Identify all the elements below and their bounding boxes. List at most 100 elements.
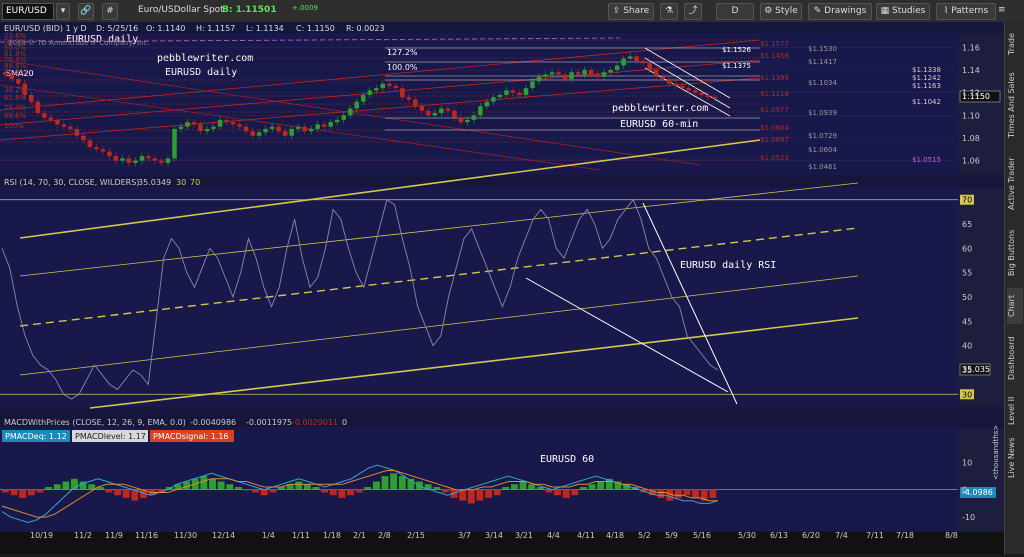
grid-icon[interactable]: # [102, 3, 118, 20]
flask-icon[interactable]: ⚗ [660, 3, 678, 20]
x-tick-label: 3/14 [485, 532, 503, 540]
macd-level-label: PMACDlevel: 1.17 [75, 432, 146, 441]
x-axis-svg: 10/19 11/2 11/9 11/16 11/30 12/14 1/4 1/11 1/18 2… [30, 531, 958, 540]
macd-histogram-bar [502, 487, 510, 490]
candle-body [373, 88, 379, 91]
x-tick-label: 11/2 [74, 532, 92, 540]
price-header-low: L: 1.1134 [246, 24, 284, 33]
candle-body [263, 128, 268, 133]
candle-body [543, 74, 548, 77]
candle-body [315, 124, 320, 129]
export-icon[interactable]: ⤴ [684, 3, 702, 20]
style-button[interactable]: ⚙ Style [760, 3, 802, 20]
price-level-label-red: $1.0697 [760, 136, 789, 144]
x-tick-label: 2/8 [378, 532, 391, 540]
x-tick-label: 4/4 [547, 532, 560, 540]
x-tick-label: 12/14 [212, 532, 235, 540]
annotation-eurusd-daily-2: EURUSD daily [165, 67, 237, 78]
macd-histogram-bar [398, 476, 406, 490]
patterns-button[interactable]: ⌇ Patterns [936, 3, 996, 20]
candle-body [360, 94, 366, 102]
candle-body [308, 128, 314, 132]
macd-histogram-bar [519, 481, 527, 490]
macd-histogram-bar [209, 478, 216, 490]
x-tick-label: 11/9 [105, 532, 123, 540]
price-header-range: R: 0.0023 [346, 24, 385, 33]
candle-body [48, 117, 54, 120]
annotation-site1: pebblewriter.com [157, 53, 253, 64]
sidebar-tab-dashboard[interactable]: Dashboard [1007, 330, 1023, 386]
x-tick-label: 7/4 [835, 532, 848, 540]
candle-body [471, 115, 477, 120]
macd-histogram-bar [364, 487, 372, 490]
candle-body [282, 131, 288, 136]
candle-body [660, 76, 665, 80]
sidebar-tab-active-trader[interactable]: Active Trader [1007, 150, 1023, 218]
x-tick-label: 1/11 [292, 532, 310, 540]
candle-body [452, 110, 457, 118]
x-tick-label: 3/21 [515, 532, 533, 540]
candle-body [406, 97, 412, 100]
macd-header-v3: -0.0029011 [292, 418, 338, 427]
macd-histogram-bar [269, 489, 277, 493]
x-tick-label: 3/7 [458, 532, 471, 540]
price-axis [958, 33, 1004, 175]
drawings-label: Drawings [824, 6, 867, 16]
candle-body [387, 83, 392, 86]
macd-histogram-bar [510, 484, 518, 490]
price-level-label-red: $1.1399 [760, 74, 789, 82]
candle-body [328, 122, 333, 127]
macd-histogram-bar [122, 489, 130, 498]
macd-histogram-bar [588, 484, 596, 490]
x-tick-label: 5/30 [738, 532, 756, 540]
macd-histogram-bar [243, 489, 251, 491]
price-level-label-gray: $1.0604 [808, 146, 837, 154]
candle-body [484, 101, 490, 107]
style-label: Style [775, 6, 798, 16]
sidebar-tab-level-ii[interactable]: Level II [1007, 392, 1023, 430]
price-header-close: C: 1.1150 [296, 24, 335, 33]
candle-body [530, 81, 535, 89]
candle-body [712, 97, 718, 99]
studies-button[interactable]: ▦ Studies [876, 3, 930, 20]
symbol-input[interactable]: EUR/USD [2, 3, 54, 20]
sidebar-tab-chart[interactable]: Chart [1007, 288, 1023, 324]
macd-histogram-bar [62, 481, 70, 490]
macd-histogram-bar [528, 484, 536, 490]
candle-body [653, 70, 659, 77]
candle-body [582, 70, 587, 75]
candle-body [380, 83, 386, 89]
share-button[interactable]: ⇪ Share [608, 3, 654, 20]
sidebar-tab-trade[interactable]: Trade [1007, 28, 1023, 60]
sidebar-tab-big-buttons[interactable]: Big Buttons [1007, 224, 1023, 282]
period-selector[interactable]: D [716, 3, 754, 20]
macd-histogram-bar [381, 476, 389, 490]
link-icon[interactable]: 🔗 [78, 3, 94, 20]
candle-body [334, 119, 340, 123]
sidebar-tab-live-news[interactable]: Live News [1007, 436, 1023, 480]
macd-histogram-bar [441, 489, 449, 493]
candle-body [634, 56, 639, 61]
share-label: Share [623, 6, 650, 16]
macd-axis-unit: <thousandths> [992, 425, 1000, 480]
macd-histogram-bar [234, 487, 242, 490]
candle-body [113, 156, 119, 161]
price-level-label-white: $1.1526 [722, 46, 751, 54]
candle-body [621, 58, 626, 66]
macd-histogram-bar [536, 487, 544, 490]
drawings-button[interactable]: ✎ Drawings [808, 3, 872, 20]
chevron-down-icon[interactable]: ▾ [56, 3, 70, 20]
candle-body [347, 108, 353, 116]
candle-body [426, 110, 431, 116]
menu-icon[interactable]: ≡ [998, 3, 1006, 18]
candle-body [614, 65, 620, 70]
rsi-tick-label: 45 [962, 317, 972, 326]
fib-pct-label: 100% [4, 122, 24, 130]
macd-histogram-bar [321, 489, 329, 493]
x-tick-label: 1/18 [323, 532, 341, 540]
price-tick-label: 1.12 [962, 89, 980, 98]
toolbar: EUR/USD ▾ 🔗 # Euro/USDollar Spot B: 1.11… [0, 0, 1024, 23]
x-tick-label: 5/9 [665, 532, 678, 540]
candle-body [692, 90, 698, 93]
sidebar-tab-times-and-sales[interactable]: Times And Sales [1007, 66, 1023, 144]
